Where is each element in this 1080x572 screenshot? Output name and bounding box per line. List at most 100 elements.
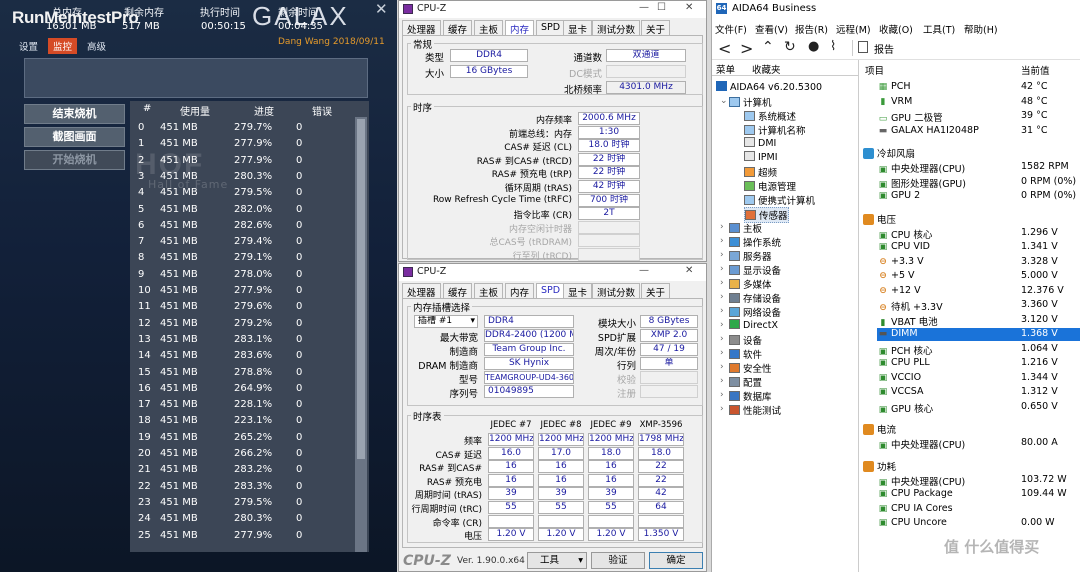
menu-item[interactable]: 远程(M)	[836, 22, 871, 36]
sensor-row[interactable]: ⊖ +3.3 V 3.328 V	[877, 256, 1080, 269]
tab-6[interactable]: 测试分数	[592, 283, 641, 299]
expand-icon[interactable]: ›	[720, 348, 724, 358]
sensor-row[interactable]: ▣ 中央处理器(CPU) 103.72 W	[877, 474, 1080, 488]
screenshot-button[interactable]: 截图画面	[24, 127, 125, 147]
tree-item[interactable]: DMI	[744, 137, 776, 149]
tab-menu[interactable]: 菜单	[716, 62, 735, 76]
expand-icon[interactable]: ›	[720, 222, 724, 232]
tab-2[interactable]: 主板	[474, 20, 504, 36]
chart-icon[interactable]: ⌇	[830, 39, 836, 54]
table-scrollbar[interactable]	[355, 117, 367, 552]
tab-5[interactable]: 显卡	[563, 20, 593, 36]
validate-button[interactable]: 验证	[591, 552, 645, 569]
sensor-row[interactable]: ⊖ +12 V 12.376 V	[877, 285, 1080, 298]
expand-icon[interactable]: ›	[720, 334, 724, 344]
slot-select[interactable]: 插槽 #1 ▾	[414, 315, 478, 328]
tab-favorites[interactable]: 收藏夹	[752, 62, 781, 76]
sensor-row[interactable]: ▣ CPU Package 109.44 W	[877, 488, 1080, 501]
tree-item[interactable]: 超频	[744, 165, 777, 179]
tree-category[interactable]: 显示设备	[729, 263, 781, 277]
expand-icon[interactable]: ›	[720, 404, 724, 414]
expand-icon[interactable]: ›	[720, 390, 724, 400]
tree-item[interactable]: IPMI	[744, 151, 778, 163]
close-icon[interactable]: ✕	[685, 265, 693, 276]
sensor-row[interactable]: ▣ CPU 核心 1.296 V	[877, 227, 1080, 241]
sensor-row[interactable]: ▬ GALAX HA1I2048P 31 °C	[877, 125, 1080, 138]
tree-category[interactable]: 软件	[729, 347, 762, 361]
report-button[interactable]: 报告	[874, 41, 894, 56]
sensor-row[interactable]: ▣ VCCIO 1.344 V	[877, 372, 1080, 385]
sensor-row[interactable]: ▣ 图形处理器(GPU) 0 RPM (0%)	[877, 176, 1080, 190]
menu-item[interactable]: 报告(R)	[795, 22, 828, 36]
tab-0[interactable]: 处理器	[402, 20, 441, 36]
expand-icon[interactable]: ›	[720, 306, 724, 316]
up-icon[interactable]: ⌃	[762, 39, 774, 55]
tree-category[interactable]: 设备	[729, 333, 762, 347]
user-icon[interactable]: ●	[808, 39, 819, 54]
close-icon[interactable]: ✕	[685, 2, 693, 13]
col-value-header[interactable]: 当前值	[1021, 63, 1050, 77]
menu-advanced[interactable]: 高级	[82, 38, 111, 54]
tree-category[interactable]: 网络设备	[729, 305, 781, 319]
menu-item[interactable]: 帮助(H)	[964, 22, 998, 36]
tree-computer[interactable]: 计算机	[729, 95, 772, 109]
sensor-row[interactable]: ▦ PCH 42 °C	[877, 81, 1080, 94]
menu-monitor[interactable]: 监控	[48, 38, 78, 54]
tree-category[interactable]: 主板	[729, 221, 762, 235]
expand-icon[interactable]: ›	[720, 264, 724, 274]
stop-burn-button[interactable]: 结束烧机	[24, 104, 125, 124]
tree-root[interactable]: AIDA64 v6.20.5300	[716, 81, 822, 93]
back-icon[interactable]: <	[718, 39, 731, 58]
tab-0[interactable]: 处理器	[402, 283, 441, 299]
tools-button[interactable]: 工具 ▾	[527, 552, 587, 569]
sensor-row[interactable]: ▣ GPU 2 0 RPM (0%)	[877, 190, 1080, 203]
expand-icon[interactable]: ›	[720, 376, 724, 386]
sensor-row[interactable]: ⊖ 待机 +3.3V 3.360 V	[877, 299, 1080, 313]
tab-4[interactable]: SPD	[536, 283, 566, 299]
refresh-icon[interactable]: ↻	[784, 39, 796, 55]
tree-category[interactable]: 配置	[729, 375, 762, 389]
tab-6[interactable]: 测试分数	[592, 20, 641, 36]
forward-icon[interactable]: >	[740, 39, 753, 58]
tree-item[interactable]: 系统概述	[744, 109, 796, 123]
expand-icon[interactable]: ›	[720, 362, 724, 372]
tree-category[interactable]: 数据库	[729, 389, 772, 403]
sensor-row[interactable]: ▬ DIMM 1.368 V	[877, 328, 1080, 341]
minimize-icon[interactable]: —	[639, 2, 649, 13]
close-icon[interactable]: ✕	[375, 0, 388, 18]
tab-4[interactable]: SPD	[536, 20, 566, 35]
sensor-row[interactable]: ▣ VCCSA 1.312 V	[877, 386, 1080, 399]
tree-category[interactable]: 操作系统	[729, 235, 781, 249]
tab-7[interactable]: 关于	[641, 20, 671, 36]
sensor-row[interactable]: ▣ 中央处理器(CPU) 1582 RPM	[877, 161, 1080, 175]
sensor-row[interactable]: ▣ PCH 核心 1.064 V	[877, 343, 1080, 357]
expand-icon[interactable]: ›	[720, 292, 724, 302]
scrollbar-thumb[interactable]	[357, 119, 365, 459]
sensor-row[interactable]: ▣ CPU VID 1.341 V	[877, 241, 1080, 254]
ok-button[interactable]: 确定	[649, 552, 703, 569]
sensor-row[interactable]: ▣ CPU PLL 1.216 V	[877, 357, 1080, 370]
sensor-row[interactable]: ▮ VRM 48 °C	[877, 96, 1080, 109]
tree-item[interactable]: 便携式计算机	[744, 193, 815, 207]
sensor-row[interactable]: ▣ CPU IA Cores	[877, 503, 1080, 516]
tab-3[interactable]: 内存	[505, 20, 535, 36]
tree-item[interactable]: 计算机名称	[744, 123, 806, 137]
sensor-row[interactable]: ▣ 中央处理器(CPU) 80.00 A	[877, 437, 1080, 451]
tree-category[interactable]: 存储设备	[729, 291, 781, 305]
tree-item[interactable]: 电源管理	[744, 179, 796, 193]
tree-category[interactable]: 多媒体	[729, 277, 772, 291]
expand-icon[interactable]: ›	[720, 278, 724, 288]
sensor-row[interactable]: ▣ CPU Uncore 0.00 W	[877, 517, 1080, 530]
maximize-icon[interactable]: ☐	[657, 2, 666, 13]
menu-item[interactable]: 文件(F)	[715, 22, 747, 36]
expand-icon[interactable]: ›	[720, 250, 724, 260]
sensor-row[interactable]: ▭ GPU 二极管 39 °C	[877, 110, 1080, 124]
tab-3[interactable]: 内存	[505, 283, 535, 299]
menu-item[interactable]: 查看(V)	[755, 22, 788, 36]
tree-category[interactable]: 安全性	[729, 361, 772, 375]
tree-category[interactable]: 性能测试	[729, 403, 781, 417]
minimize-icon[interactable]: —	[639, 265, 649, 276]
collapse-icon[interactable]: ⌄	[720, 96, 728, 106]
tab-2[interactable]: 主板	[474, 283, 504, 299]
expand-icon[interactable]: ›	[720, 320, 724, 330]
